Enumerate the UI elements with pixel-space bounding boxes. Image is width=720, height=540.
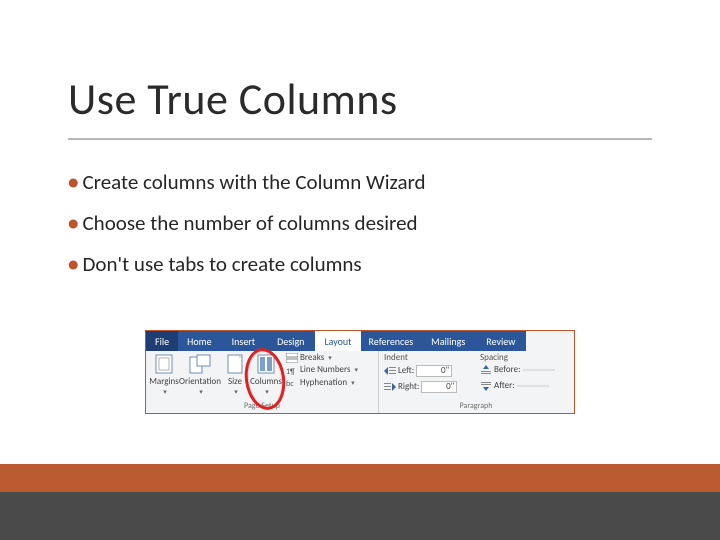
spacing-after-row: After: [480,381,549,391]
breaks-label: Breaks [300,353,324,363]
margins-button[interactable]: Margins [149,351,179,396]
svg-text:bc: bc [286,379,294,388]
indent-left-input[interactable]: 0" [416,365,452,377]
bullet-list: •Create columns with the Column Wizard •… [68,170,426,294]
word-ribbon-screenshot: File Home Insert Design Layout Reference… [145,330,575,414]
footer-bar [0,492,720,540]
line-numbers-label: Line Numbers [300,365,351,375]
spacing-after-input[interactable] [517,385,549,387]
size-icon [227,354,243,374]
page-setup-caption: Page Setup [146,401,378,411]
bullet-text: Don't use tabs to create columns [82,251,361,277]
tab-mailings[interactable]: Mailings [421,331,475,351]
columns-label: Columns [250,376,282,387]
bullet-item: •Don't use tabs to create columns [68,252,426,277]
slide: Use True Columns •Create columns with th… [0,0,720,540]
tab-references[interactable]: References [361,331,422,351]
tab-review[interactable]: Review [475,331,526,351]
footer-accent-bar [0,464,720,492]
spacing-before-label: Before: [494,365,521,375]
indent-right-label: Right: [398,382,419,392]
bullet-item: •Create columns with the Column Wizard [68,170,426,195]
tab-home[interactable]: Home [178,331,220,351]
ribbon-tabs: File Home Insert Design Layout Reference… [146,331,574,351]
bullet-text: Create columns with the Column Wizard [82,169,425,195]
bullet-disc-icon: • [68,251,78,277]
indent-right-row: Right: 0" [384,381,457,393]
indent-left-row: Left: 0" [384,365,452,377]
hyphenation-icon: bc [286,378,298,388]
spacing-before-icon [480,365,492,375]
indent-left-icon [384,366,396,376]
columns-button[interactable]: Columns [249,351,283,396]
tab-insert[interactable]: Insert [221,331,267,351]
bullet-item: •Choose the number of columns desired [68,211,426,236]
spacing-before-row: Before: [480,365,555,375]
tab-layout[interactable]: Layout [315,331,360,351]
line-numbers-icon: 1¶ [286,366,298,376]
line-numbers-button[interactable]: 1¶ Line Numbers [286,365,358,375]
columns-icon [257,354,275,374]
indent-heading: Indent [384,352,408,363]
orientation-button[interactable]: Orientation [180,351,220,396]
orientation-icon [189,354,211,374]
spacing-after-label: After: [494,381,515,391]
slide-title: Use True Columns [68,72,398,126]
bullet-disc-icon: • [68,169,78,195]
paragraph-caption: Paragraph [378,401,574,411]
margins-label: Margins [149,376,179,387]
hyphenation-button[interactable]: bc Hyphenation [286,378,358,388]
spacing-before-input[interactable] [523,369,555,371]
margins-icon [155,354,173,374]
indent-right-icon [384,382,396,392]
orientation-label: Orientation [179,376,221,387]
ribbon-body: Margins Orientation Size Columns [146,351,574,413]
group-page-setup: Margins Orientation Size Columns [146,351,379,413]
spacing-after-icon [480,381,492,391]
spacing-heading: Spacing [480,352,508,363]
bullet-disc-icon: • [68,210,78,236]
size-button[interactable]: Size [222,351,248,396]
svg-text:1¶: 1¶ [286,367,295,376]
tab-file[interactable]: File [146,331,178,351]
group-paragraph: Indent Spacing Left: 0" Right: 0" Before… [378,351,574,413]
size-label: Size [228,376,242,387]
bullet-text: Choose the number of columns desired [82,210,417,236]
hyphenation-label: Hyphenation [300,378,347,388]
breaks-icon [286,353,298,363]
title-underline [68,138,652,140]
tab-design[interactable]: Design [266,331,315,351]
breaks-button[interactable]: Breaks [286,353,358,363]
indent-left-label: Left: [398,366,414,376]
indent-right-input[interactable]: 0" [421,381,457,393]
